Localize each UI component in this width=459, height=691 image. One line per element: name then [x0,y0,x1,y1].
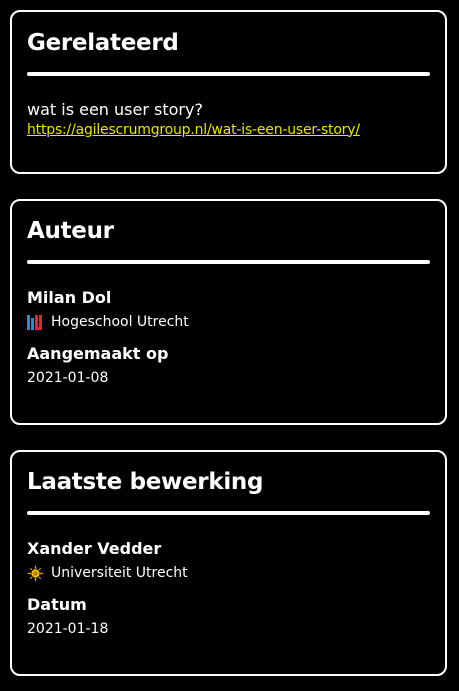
author-organisation-name: Hogeschool Utrecht [51,314,189,331]
related-item-title: wat is een user story? [27,100,203,119]
created-label: Aangemaakt op [27,343,169,363]
edit-date-label: Datum [27,594,87,614]
editor-organisation: Universiteit Utrecht [27,564,430,582]
editor-organisation-name: Universiteit Utrecht [51,565,188,582]
last-edit-divider [27,511,430,515]
related-divider [27,72,430,76]
last-edit-card: Laatste bewerking Xander Vedder Universi… [10,450,447,676]
created-date: 2021-01-08 [27,370,109,387]
related-item-link[interactable]: https://agilescrumgroup.nl/wat-is-een-us… [27,122,430,138]
uu-sun-logo-icon [27,564,44,582]
editor-name: Xander Vedder [27,539,162,558]
last-edit-title: Laatste bewerking [27,469,264,495]
hu-logo-icon [27,314,44,331]
author-card: Auteur Milan Dol Hogeschool Utrecht Aang… [10,199,447,425]
author-title: Auteur [27,218,114,244]
related-title: Gerelateerd [27,30,179,56]
author-organisation: Hogeschool Utrecht [27,314,430,331]
related-card: Gerelateerd wat is een user story? https… [10,10,447,174]
edit-date: 2021-01-18 [27,621,109,638]
author-name: Milan Dol [27,288,112,307]
author-divider [27,260,430,264]
related-item: wat is een user story? https://agilescru… [27,101,430,138]
